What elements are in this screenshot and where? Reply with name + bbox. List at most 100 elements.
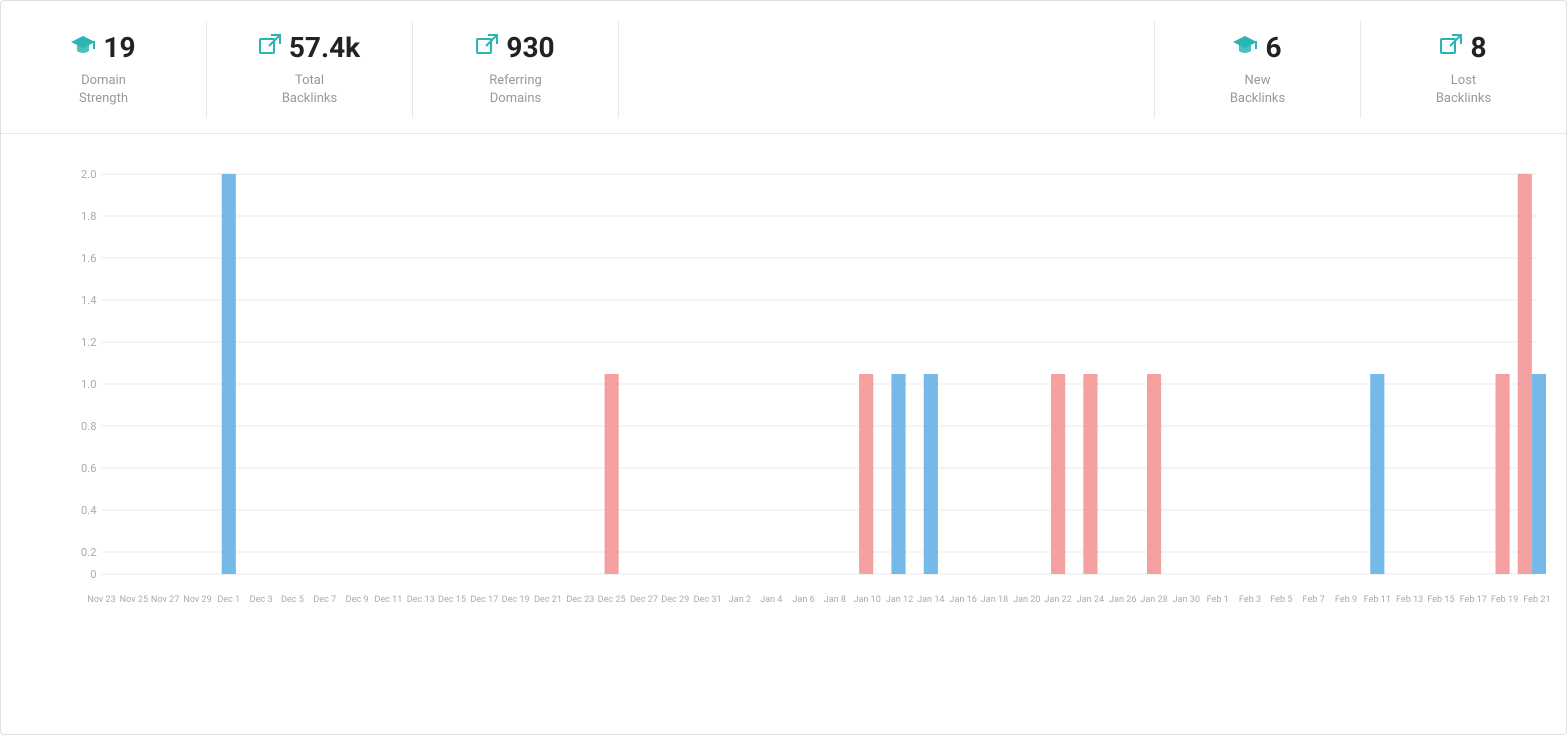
stat-top-new-backlinks: 6 [1233,31,1281,64]
bar-dec25-pink [605,374,619,574]
stat-spacer [619,21,1155,118]
external-link-icon-1 [259,34,281,62]
x-label-31: Jan 24 [1077,595,1104,605]
x-label-11: Dec 15 [438,595,466,605]
y-label-06: 0.6 [81,462,96,475]
bar-jan10-pink [859,374,873,574]
x-label-45: Feb 21 [1523,595,1550,605]
x-label-13: Dec 19 [502,595,530,605]
x-label-9: Dec 11 [374,595,402,605]
x-label-38: Feb 7 [1303,595,1325,605]
stat-top-referring-domains: 930 [476,31,554,64]
stat-new-backlinks: 6 NewBacklinks [1155,21,1361,118]
x-label-36: Feb 3 [1239,595,1261,605]
bar-feb21-pink [1518,174,1532,574]
x-label-43: Feb 17 [1460,595,1487,605]
main-container: 19 DomainStrength 57.4k TotalBacklinks [0,0,1567,735]
stat-referring-domains: 930 ReferringDomains [413,21,619,118]
x-label-10: Dec 13 [407,595,435,605]
stat-label-domain-strength: DomainStrength [79,72,128,108]
stat-label-new-backlinks: NewBacklinks [1230,72,1285,108]
x-label-25: Jan 12 [886,595,913,605]
stat-value-new-backlinks: 6 [1265,31,1281,64]
x-label-15: Dec 23 [566,595,594,605]
x-label-3: Nov 29 [183,595,211,605]
x-label-39: Feb 9 [1335,595,1357,605]
stat-value-lost-backlinks: 8 [1470,31,1486,64]
x-label-16: Dec 25 [598,595,626,605]
x-label-4: Dec 1 [217,595,240,605]
stat-top-lost-backlinks: 8 [1440,31,1486,64]
x-label-17: Dec 27 [630,595,658,605]
x-label-6: Dec 5 [281,595,304,605]
bar-feb21-blue [1532,374,1546,574]
x-label-1: Nov 25 [120,595,148,605]
y-label-10: 1.0 [81,378,96,391]
x-label-23: Jan 8 [824,595,846,605]
x-label-0: Nov 23 [87,595,115,605]
x-label-32: Jan 26 [1109,595,1136,605]
x-label-35: Feb 1 [1207,595,1229,605]
stat-label-referring-domains: ReferringDomains [489,72,542,108]
x-label-2: Nov 27 [151,595,179,605]
x-label-21: Jan 4 [760,595,782,605]
x-label-26: Jan 14 [917,595,944,605]
y-label-16: 1.6 [81,252,96,265]
x-label-5: Dec 3 [250,595,273,605]
chart-area: 0 0.2 0.4 0.6 0.8 1.0 1.2 1.4 1.6 1.8 2.… [1,134,1566,654]
bar-jan22-pink [1051,374,1065,574]
stat-label-lost-backlinks: LostBacklinks [1436,72,1491,108]
x-label-37: Feb 5 [1270,595,1292,605]
stat-value-referring-domains: 930 [506,31,554,64]
y-label-14: 1.4 [81,294,96,307]
x-label-22: Jan 6 [792,595,814,605]
bar-jan12-blue [891,374,905,574]
y-label-08: 0.8 [81,420,96,433]
x-label-34: Jan 30 [1173,595,1200,605]
x-label-40: Feb 11 [1364,595,1391,605]
stat-label-total-backlinks: TotalBacklinks [282,72,337,108]
x-label-8: Dec 9 [346,595,369,605]
x-label-20: Jan 2 [729,595,751,605]
x-label-14: Dec 21 [534,595,562,605]
y-label-04: 0.4 [81,504,96,517]
x-label-12: Dec 17 [470,595,498,605]
chart-wrapper: 0 0.2 0.4 0.6 0.8 1.0 1.2 1.4 1.6 1.8 2.… [51,154,1546,644]
external-link-icon-2 [476,34,498,62]
y-label-12: 1.2 [81,336,96,349]
bar-jan24-pink [1083,374,1097,574]
x-label-41: Feb 13 [1396,595,1423,605]
y-label-18: 1.8 [81,210,96,223]
bar-feb11-blue [1370,374,1384,574]
bar-jan28-pink [1147,374,1161,574]
stat-top-domain-strength: 19 [71,31,135,64]
stat-domain-strength: 19 DomainStrength [1,21,207,118]
x-label-44: Feb 19 [1491,595,1518,605]
y-label-02: 0.2 [81,546,96,559]
stat-lost-backlinks: 8 LostBacklinks [1361,21,1566,118]
stat-value-total-backlinks: 57.4k [289,31,360,64]
external-link-icon-3 [1440,34,1462,62]
graduation-cap-icon-1 [71,34,95,62]
stat-total-backlinks: 57.4k TotalBacklinks [207,21,413,118]
x-label-24: Jan 10 [853,595,880,605]
x-label-29: Jan 20 [1013,595,1040,605]
bar-feb19-pink [1495,374,1509,574]
y-label-20: 2.0 [81,168,96,181]
x-label-28: Jan 18 [981,595,1008,605]
stat-top-total-backlinks: 57.4k [259,31,360,64]
x-label-33: Jan 28 [1140,595,1167,605]
stat-value-domain-strength: 19 [103,31,135,64]
bar-dec1-blue [222,174,236,574]
bar-jan14-blue [924,374,938,574]
x-label-19: Dec 31 [694,595,722,605]
x-label-27: Jan 16 [949,595,976,605]
x-label-30: Jan 22 [1044,595,1071,605]
x-label-18: Dec 29 [661,595,689,605]
x-label-7: Dec 7 [313,595,336,605]
y-label-0: 0 [90,568,96,581]
x-label-42: Feb 15 [1427,595,1454,605]
graduation-cap-icon-2 [1233,34,1257,62]
stats-row: 19 DomainStrength 57.4k TotalBacklinks [1,1,1566,134]
bar-chart: 0 0.2 0.4 0.6 0.8 1.0 1.2 1.4 1.6 1.8 2.… [51,154,1546,644]
